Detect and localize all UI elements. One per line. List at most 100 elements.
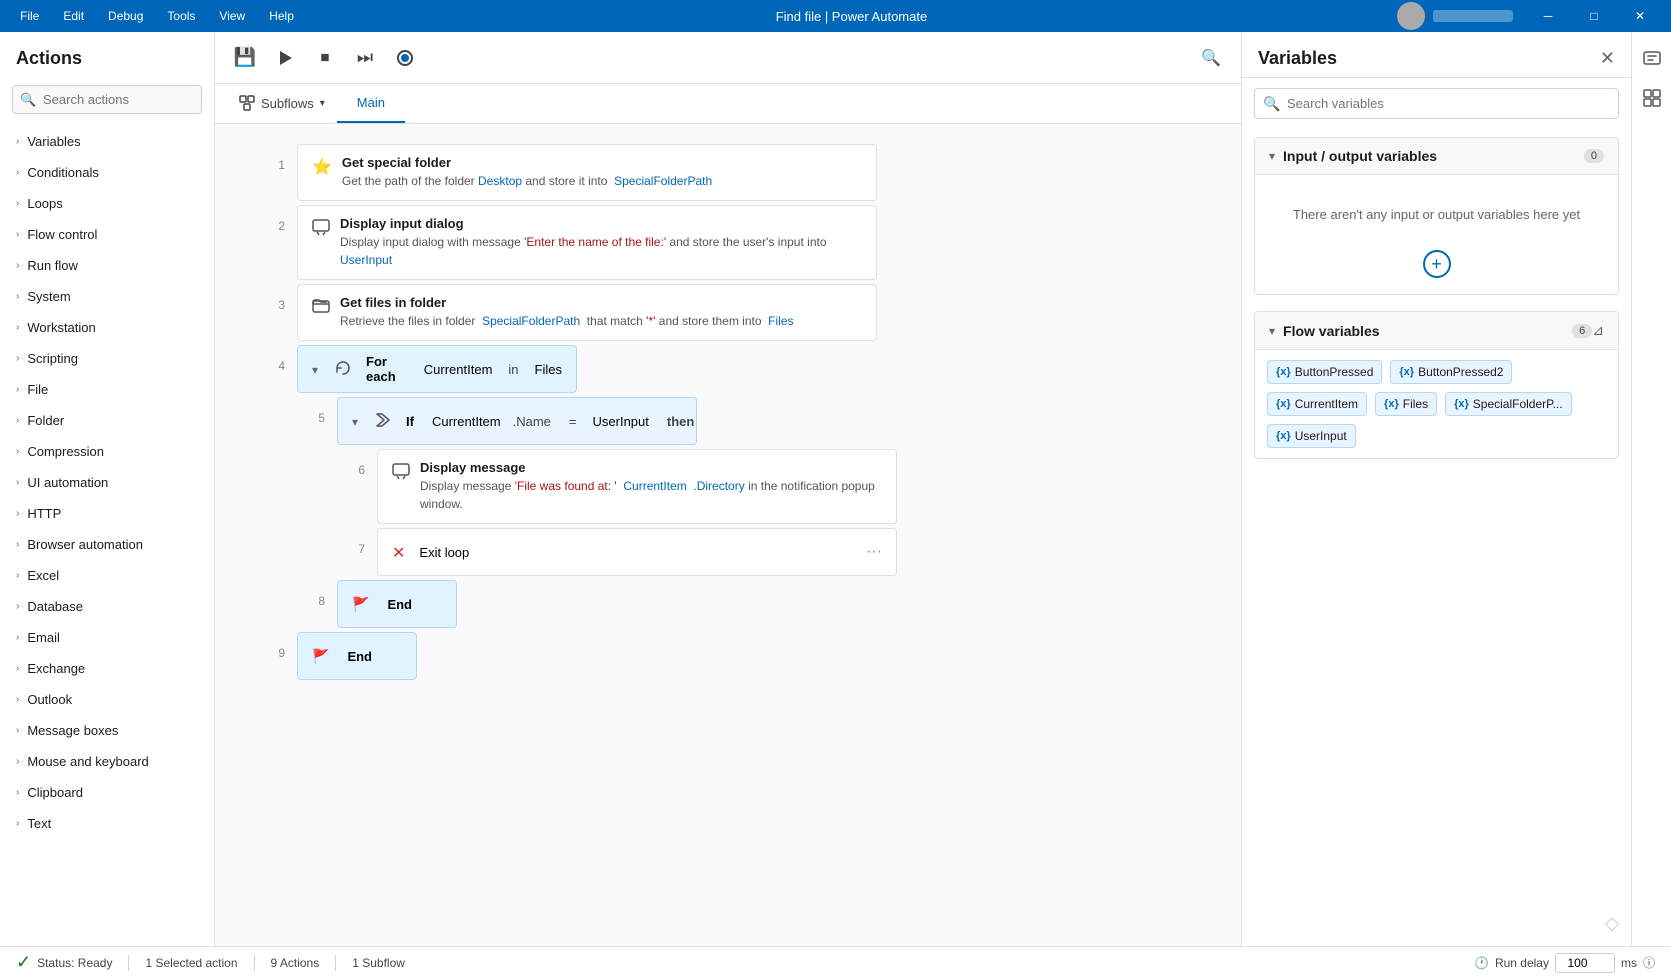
subflow-count: 1 Subflow bbox=[352, 956, 405, 970]
foreach-icon bbox=[334, 359, 352, 382]
action-group-workstation[interactable]: › Workstation bbox=[0, 312, 214, 343]
action-group-flow-control[interactable]: › Flow control bbox=[0, 219, 214, 250]
step-number: 5 bbox=[295, 397, 325, 425]
var-specialfolderpath2: SpecialFolderPath bbox=[482, 314, 580, 328]
step-desc: Get the path of the folder Desktop and s… bbox=[342, 172, 862, 190]
minimize-button[interactable]: ─ bbox=[1525, 0, 1571, 32]
action-group-label: Flow control bbox=[27, 227, 97, 242]
add-variable-button[interactable]: + bbox=[1271, 250, 1602, 278]
action-group-scripting[interactable]: › Scripting bbox=[0, 343, 214, 374]
var-chip-specialfolderpath[interactable]: {x} SpecialFolderP... bbox=[1445, 392, 1572, 416]
step-card-if[interactable]: ▾ If CurrentItem .Name = UserInput then bbox=[337, 397, 697, 445]
action-group-http[interactable]: › HTTP bbox=[0, 498, 214, 529]
action-group-clipboard[interactable]: › Clipboard bbox=[0, 777, 214, 808]
collapse-icon[interactable]: ▾ bbox=[352, 415, 358, 429]
user-name bbox=[1433, 10, 1513, 22]
collapse-icon[interactable]: ▾ bbox=[312, 363, 318, 377]
action-group-excel[interactable]: › Excel bbox=[0, 560, 214, 591]
action-group-loops[interactable]: › Loops bbox=[0, 188, 214, 219]
str-enter-name: 'Enter the name of the file:' bbox=[524, 235, 666, 249]
filter-icon[interactable]: ⊿ bbox=[1592, 322, 1604, 339]
action-group-label: Text bbox=[27, 816, 51, 831]
action-group-exchange[interactable]: › Exchange bbox=[0, 653, 214, 684]
var-icon: {x} bbox=[1384, 398, 1399, 410]
var-chip-buttonpressed[interactable]: {x} ButtonPressed bbox=[1267, 360, 1382, 384]
chevron-right-icon: › bbox=[16, 198, 19, 209]
action-group-run-flow[interactable]: › Run flow bbox=[0, 250, 214, 281]
var-chip-files[interactable]: {x} Files bbox=[1375, 392, 1437, 416]
user-avatar bbox=[1397, 2, 1425, 30]
actions-panel: Actions 🔍 › Variables › Conditionals › L… bbox=[0, 32, 215, 946]
action-group-mouse-keyboard[interactable]: › Mouse and keyboard bbox=[0, 746, 214, 777]
flow-vars-list: {x} ButtonPressed {x} ButtonPressed2 {x}… bbox=[1255, 350, 1618, 458]
menu-edit[interactable]: Edit bbox=[51, 3, 96, 29]
foreach-block: 4 ▾ For each CurrentItem in Files bbox=[255, 345, 1201, 680]
flow-variables-header[interactable]: ▾ Flow variables 6 ⊿ bbox=[1255, 312, 1618, 350]
step-card-get-files[interactable]: Get files in folder Retrieve the files i… bbox=[297, 284, 877, 341]
var-chip-buttonpressed2[interactable]: {x} ButtonPressed2 bbox=[1390, 360, 1512, 384]
subflows-button[interactable]: Subflows ▾ bbox=[227, 83, 337, 123]
action-group-email[interactable]: › Email bbox=[0, 622, 214, 653]
var-chip-userinput[interactable]: {x} UserInput bbox=[1267, 424, 1356, 448]
step-card-display-message[interactable]: Display message Display message 'File wa… bbox=[377, 449, 897, 524]
action-group-folder[interactable]: › Folder bbox=[0, 405, 214, 436]
menu-file[interactable]: File bbox=[8, 3, 51, 29]
action-group-database[interactable]: › Database bbox=[0, 591, 214, 622]
variables-panel-icon[interactable] bbox=[1634, 40, 1670, 76]
action-group-variables[interactable]: › Variables bbox=[0, 126, 214, 157]
action-group-message-boxes[interactable]: › Message boxes bbox=[0, 715, 214, 746]
ui-elements-icon[interactable] bbox=[1634, 80, 1670, 116]
step-card-get-special-folder[interactable]: ⭐ Get special folder Get the path of the… bbox=[297, 144, 877, 201]
action-group-system[interactable]: › System bbox=[0, 281, 214, 312]
chevron-right-icon: › bbox=[16, 818, 19, 829]
exit-icon: ✕ bbox=[392, 543, 405, 563]
actions-list: › Variables › Conditionals › Loops › Flo… bbox=[0, 122, 214, 946]
run-delay-input[interactable] bbox=[1555, 953, 1615, 973]
action-group-label: Message boxes bbox=[27, 723, 118, 738]
search-variables-input[interactable] bbox=[1254, 88, 1619, 119]
action-group-outlook[interactable]: › Outlook bbox=[0, 684, 214, 715]
var-currentitem: CurrentItem bbox=[424, 362, 493, 377]
maximize-button[interactable]: □ bbox=[1571, 0, 1617, 32]
save-button[interactable]: 💾 bbox=[227, 40, 263, 76]
menu-tools[interactable]: Tools bbox=[155, 3, 207, 29]
action-group-ui-automation[interactable]: › UI automation bbox=[0, 467, 214, 498]
chevron-right-icon: › bbox=[16, 136, 19, 147]
step-card-exit-loop[interactable]: ✕ Exit loop ··· bbox=[377, 528, 897, 576]
step-card-display-input-dialog[interactable]: Display input dialog Display input dialo… bbox=[297, 205, 877, 280]
run-button[interactable] bbox=[267, 40, 303, 76]
flow-step-6: 6 Display message Display message 'File … bbox=[255, 449, 1201, 524]
input-output-header[interactable]: ▾ Input / output variables 0 bbox=[1255, 138, 1618, 175]
search-actions-input[interactable] bbox=[12, 85, 202, 114]
step-card-end-foreach[interactable]: 🚩 End bbox=[297, 632, 417, 680]
action-group-file[interactable]: › File bbox=[0, 374, 214, 405]
step-card-end-if[interactable]: 🚩 End bbox=[337, 580, 457, 628]
input-output-count: 0 bbox=[1584, 149, 1604, 163]
variables-close-button[interactable]: ✕ bbox=[1600, 48, 1615, 69]
action-group-text[interactable]: › Text bbox=[0, 808, 214, 839]
menu-help[interactable]: Help bbox=[257, 3, 306, 29]
action-group-compression[interactable]: › Compression bbox=[0, 436, 214, 467]
close-button[interactable]: ✕ bbox=[1617, 0, 1663, 32]
action-group-browser-automation[interactable]: › Browser automation bbox=[0, 529, 214, 560]
tab-main[interactable]: Main bbox=[337, 83, 405, 123]
action-group-label: Database bbox=[27, 599, 83, 614]
menu-debug[interactable]: Debug bbox=[96, 3, 155, 29]
canvas-search-button[interactable]: 🔍 bbox=[1193, 40, 1229, 76]
more-options-icon[interactable]: ··· bbox=[866, 543, 882, 561]
info-icon[interactable]: ⓘ bbox=[1643, 954, 1655, 971]
dot-name-label: .Name bbox=[513, 414, 551, 429]
status-separator bbox=[128, 955, 129, 971]
action-group-conditionals[interactable]: › Conditionals bbox=[0, 157, 214, 188]
add-circle-icon[interactable]: + bbox=[1423, 250, 1451, 278]
variables-header: Variables ✕ bbox=[1242, 32, 1631, 78]
flow-canvas: 1 ⭐ Get special folder Get the path of t… bbox=[215, 124, 1241, 946]
var-chip-currentitem[interactable]: {x} CurrentItem bbox=[1267, 392, 1367, 416]
record-button[interactable] bbox=[387, 40, 423, 76]
step-card-foreach[interactable]: ▾ For each CurrentItem in Files bbox=[297, 345, 577, 393]
next-step-button[interactable]: ⏭ bbox=[347, 40, 383, 76]
stop-button[interactable]: ⏹ bbox=[307, 40, 343, 76]
actions-search-box: 🔍 bbox=[12, 85, 202, 114]
step-content: Display message Display message 'File wa… bbox=[420, 460, 882, 513]
menu-view[interactable]: View bbox=[207, 3, 257, 29]
